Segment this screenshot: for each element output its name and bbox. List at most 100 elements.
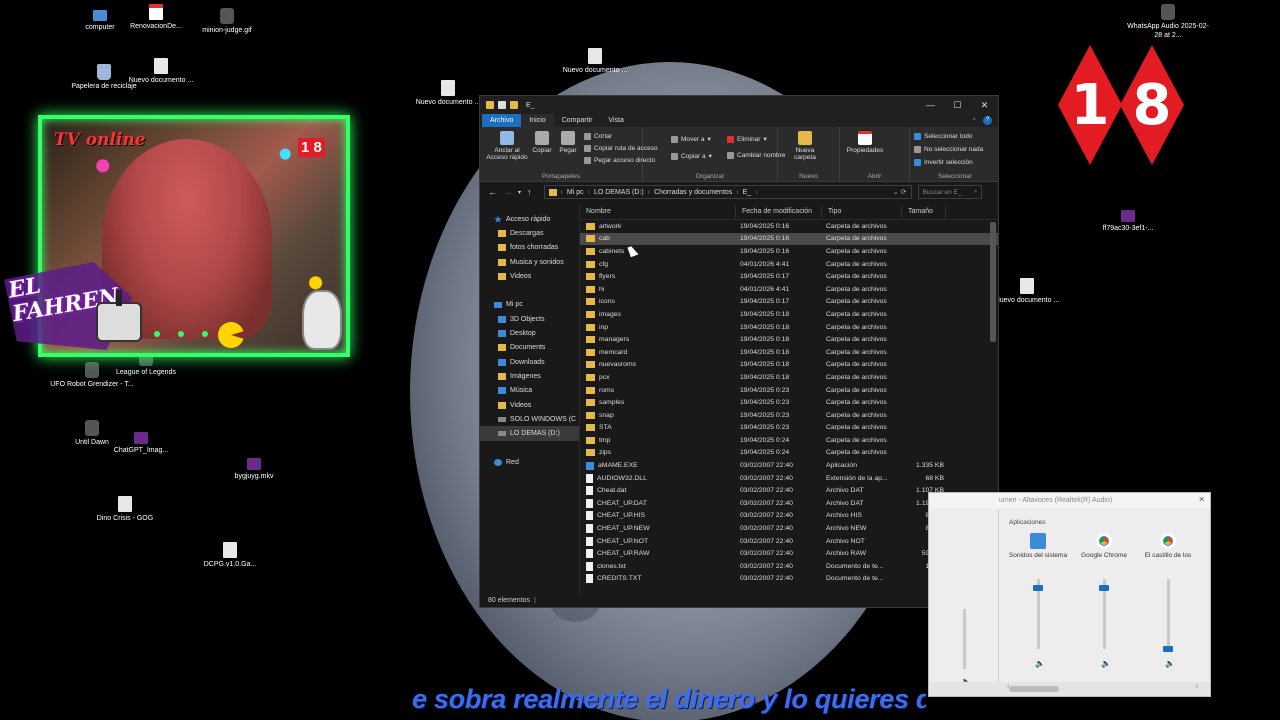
back-arrow-icon[interactable]: ← [488,187,497,197]
maximize-button[interactable]: ☐ [944,96,971,114]
paste-button[interactable]: Pegar [556,131,580,154]
scroll-right-icon[interactable]: › [1196,683,1198,690]
file-row[interactable]: AUDIOW32.DLL 03/02/2007 22:40 Extensión de… [580,472,998,485]
nav-item[interactable]: 3D Objects [480,312,579,326]
move-to-button[interactable]: Mover a ▾ [671,135,711,143]
properties-quick-icon[interactable] [498,101,506,109]
group-label-organizar: Organizar [695,173,725,180]
volume-slider-thumb[interactable] [1033,584,1043,591]
file-row[interactable]: cabinets 19/04/2025 0:16 Carpeta de archiv… [580,245,998,258]
column-fecha[interactable]: Fecha de modificación [736,205,822,218]
select-all-button[interactable]: Seleccionar todo [914,133,972,140]
address-dropdown-icon[interactable]: ⌄ ⟳ [893,188,911,196]
pin-button[interactable]: Anclar al Acceso rápido [484,131,530,161]
nav-item[interactable]: Descargas [480,226,579,240]
address-bar[interactable]: › Mi pc › LO DEMAS (D:) › Chorradas y do… [543,185,912,199]
nav-item[interactable]: Documents [480,341,579,355]
properties-button[interactable]: Propiedades [844,131,886,154]
invert-selection-button[interactable]: Invertir selección [914,159,973,166]
new-folder-quick-icon[interactable] [510,101,518,109]
file-row[interactable]: roms 19/04/2025 0:23 Carpeta de archivos [580,384,998,397]
tab-archivo[interactable]: Archivo [482,114,522,127]
nav-item[interactable]: Mi pc [480,298,579,312]
column-nombre[interactable]: Nombre [580,205,736,218]
nav-item[interactable]: SOLO WINDOWS (C [480,412,579,426]
cut-button[interactable]: Cortar [584,133,612,140]
mixer-scrollbar[interactable]: ‹ › [929,682,1210,696]
desktop-icon[interactable]: ChatGPT_Imag... [98,432,184,455]
file-row[interactable]: zips 19/04/2025 0:24 Carpeta de archivos [580,447,998,460]
nav-item[interactable]: Downloads [480,355,579,369]
desktop-icon[interactable]: ff79ac30-3ef1-... [1085,210,1171,233]
desktop-icon[interactable]: Dino Crisis - GOG [82,496,168,523]
speaker-icon[interactable]: 🔈 [1101,659,1111,668]
file-row[interactable]: artwork 19/04/2025 0:16 Carpeta de archivo… [580,220,998,233]
breadcrumb-drive[interactable]: LO DEMAS (D:) [594,189,644,196]
search-input[interactable]: Buscar en E_ ⌕ [917,185,982,199]
mixer-title[interactable]: umen - Altavoces (Realtek(R) Audio) [929,493,1210,509]
vertical-scrollbar[interactable] [990,222,996,342]
nav-item[interactable]: Red [480,455,579,469]
file-row[interactable]: inp 19/04/2025 0:18 Carpeta de archivos [580,321,998,334]
file-row[interactable]: managers 19/04/2025 0:18 Carpeta de archiv… [580,333,998,346]
volume-slider[interactable] [1167,579,1170,649]
volume-slider-thumb[interactable] [1163,645,1173,652]
file-row[interactable]: cfg 04/01/2026 4:41 Carpeta de archivos [580,258,998,271]
recent-chevron-icon[interactable]: ▾ [518,189,521,196]
file-row[interactable]: images 19/04/2025 0:18 Carpeta de archivos [580,308,998,321]
tab-vista[interactable]: Vista [600,114,631,127]
breadcrumb-mi-pc[interactable]: Mi pc [567,189,584,196]
nav-item[interactable]: Videos [480,269,579,283]
delete-button[interactable]: Eliminar ▾ [727,135,767,143]
file-row[interactable]: tmp 19/04/2025 0:24 Carpeta de archivos [580,434,998,447]
nav-item[interactable]: Imágenes [480,369,579,383]
copy-to-button[interactable]: Copiar a ▾ [671,152,712,160]
column-tipo[interactable]: Tipo [822,205,902,218]
desktop-icon[interactable]: bygjuyg.mkv [211,458,297,481]
volume-slider-thumb[interactable] [1099,584,1109,591]
file-row[interactable]: cab 19/04/2025 0:16 Carpeta de archivos [580,232,998,246]
file-row[interactable]: nuevasroms 19/04/2025 0:18 Carpeta de arch… [580,359,998,372]
file-row[interactable]: STA 19/04/2025 0:23 Carpeta de archivos [580,422,998,435]
nav-item[interactable]: Música [480,384,579,398]
nav-item[interactable]: Videos [480,398,579,412]
desktop-icon[interactable]: DCPG.v1.0.Ga... [187,542,273,569]
nav-item[interactable]: Desktop [480,326,579,340]
close-button[interactable]: ✕ [971,96,998,114]
file-row[interactable]: aMAME.EXE 03/02/2007 22:40 Aplicación 1.335… [580,459,998,472]
tab-compartir[interactable]: Compartir [554,114,601,127]
desktop-icon[interactable]: Nuevo documento ... [118,58,204,85]
forward-arrow-icon[interactable]: → [503,187,512,197]
file-row[interactable]: hi 04/01/2026 4:41 Carpeta de archivos [580,283,998,296]
mixer-close-icon[interactable]: ✕ [1198,495,1205,504]
nav-item[interactable]: Musica y sonidos [480,255,579,269]
nav-item[interactable]: fotos chorradas [480,241,579,255]
desktop-icon[interactable]: minion-judge.gif [184,8,270,35]
file-row[interactable]: flyers 19/04/2025 0:17 Carpeta de archivos [580,270,998,283]
new-folder-button[interactable]: Nueva carpeta [790,131,820,161]
title-bar[interactable]: E_ — ☐ ✕ [480,96,998,114]
breadcrumb-chorradas[interactable]: Chorradas y documentos [654,189,732,196]
help-icon[interactable]: ? [983,116,992,125]
nav-item[interactable]: LO DEMAS (D:) [480,426,579,441]
copy-button[interactable]: Copiar [530,131,554,154]
file-row[interactable]: snap 19/04/2025 0:23 Carpeta de archivos [580,409,998,422]
nav-item[interactable]: Acceso rápido [480,212,579,226]
speaker-icon[interactable]: 🔈 [1165,659,1175,668]
breadcrumb-current[interactable]: E_ [743,189,752,196]
column-tamano[interactable]: Tamaño [902,205,946,218]
file-row[interactable]: memcard 19/04/2025 0:18 Carpeta de archivo… [580,346,998,359]
tab-inicio[interactable]: Inicio [521,114,554,127]
file-row[interactable]: pcx 19/04/2025 0:18 Carpeta de archivos [580,371,998,384]
desktop-icon[interactable]: WhatsApp Audio 2025-02-28 at 2... [1125,4,1211,40]
select-none-button[interactable]: No seleccionar nada [914,146,983,153]
desktop-icon[interactable]: Nuevo documento ... [552,48,638,75]
collapse-ribbon-icon[interactable]: ⌃ [971,117,977,125]
rename-button[interactable]: Cambiar nombre [727,152,785,159]
file-row[interactable]: icons 19/04/2025 0:17 Carpeta de archivos [580,296,998,309]
file-row[interactable]: samples 19/04/2025 0:23 Carpeta de archivo… [580,396,998,409]
minimize-button[interactable]: — [917,96,944,114]
speaker-icon[interactable]: 🔈 [1035,659,1045,668]
up-arrow-icon[interactable]: ↑ [527,187,532,197]
file-type: Carpeta de archivos [826,361,887,369]
